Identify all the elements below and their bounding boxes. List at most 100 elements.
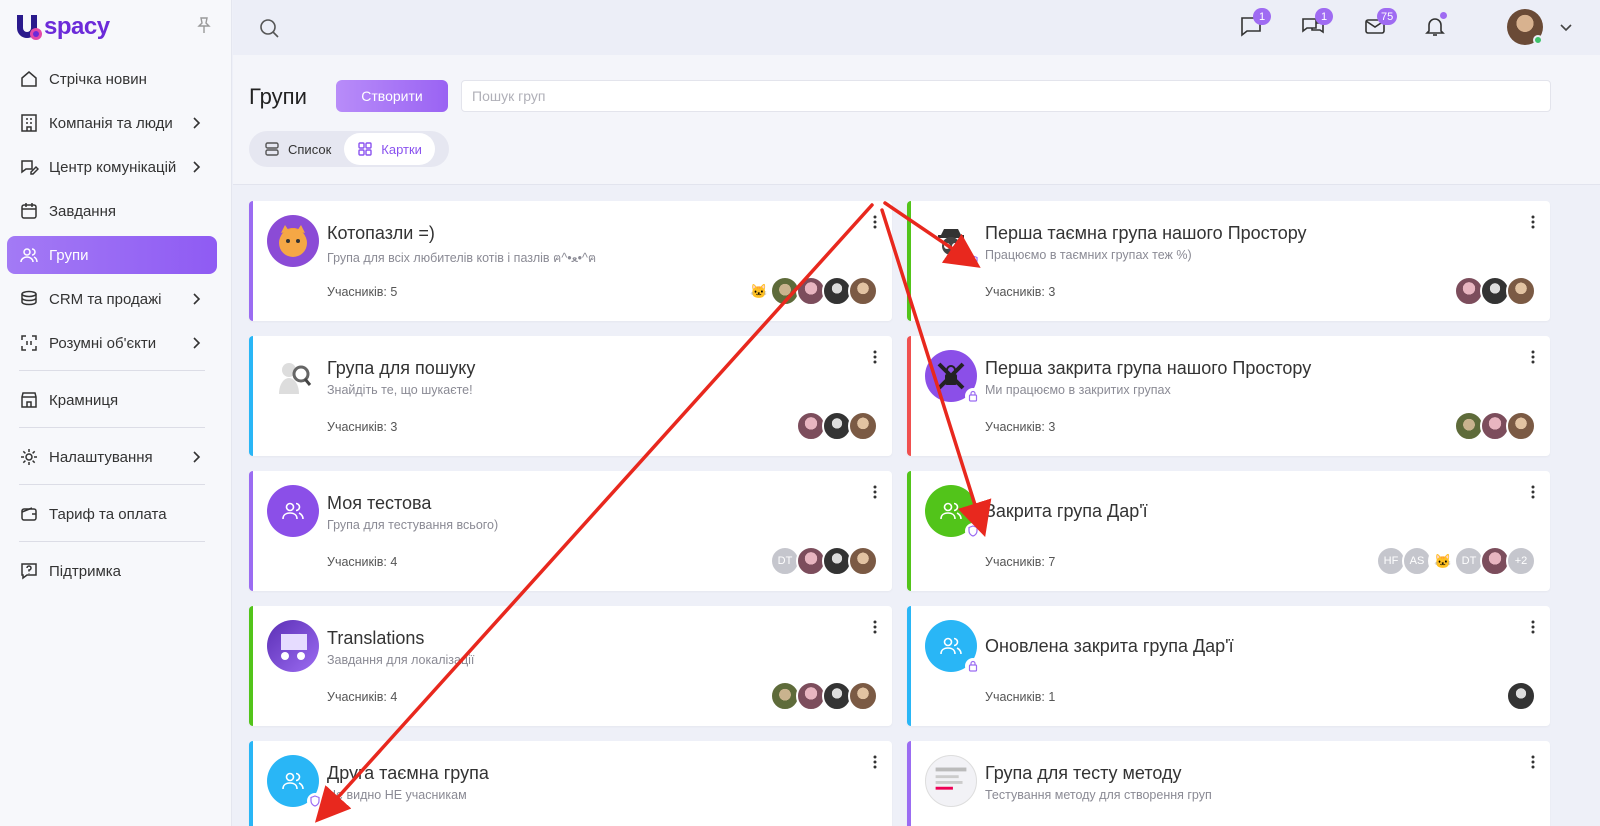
group-description: Ми працюємо в закритих групах bbox=[985, 383, 1171, 397]
sidebar-item-news[interactable]: Стрічка новин bbox=[7, 60, 217, 98]
group-member-count: Учасників: 4 bbox=[327, 555, 398, 569]
more-vertical-icon[interactable] bbox=[1530, 620, 1536, 634]
group-avatar bbox=[267, 485, 319, 537]
more-vertical-icon[interactable] bbox=[872, 485, 878, 499]
group-member-count: Учасників: 3 bbox=[985, 420, 1056, 434]
group-card[interactable]: Translations Завдання для локалізації Уч… bbox=[249, 606, 892, 726]
home-icon bbox=[19, 69, 39, 89]
group-name[interactable]: Перша закрита група нашого Простору bbox=[985, 358, 1311, 379]
messages-badge: 1 bbox=[1315, 8, 1333, 25]
page-header: Групи Створити Список Картки bbox=[233, 55, 1600, 185]
more-vertical-icon[interactable] bbox=[1530, 755, 1536, 769]
sidebar-item-label: Стрічка новин bbox=[49, 70, 147, 88]
sidebar-item-label: Центр комунікацій bbox=[49, 158, 177, 176]
chat-icon[interactable]: 1 bbox=[1239, 8, 1271, 38]
more-vertical-icon[interactable] bbox=[872, 620, 878, 634]
scan-icon bbox=[19, 333, 39, 353]
group-card[interactable]: Група для пошуку Знайдіть те, що шукаєте… bbox=[249, 336, 892, 456]
member-avatars bbox=[1506, 681, 1536, 711]
sidebar-item-company[interactable]: Компанія та люди bbox=[7, 104, 217, 142]
group-card[interactable]: Котопазли =) Група для всіх любителів ко… bbox=[249, 201, 892, 321]
view-toggle: Список Картки bbox=[249, 131, 449, 167]
member-avatar[interactable] bbox=[848, 411, 878, 441]
sidebar-item-store[interactable]: Крамниця bbox=[7, 381, 217, 419]
member-avatar[interactable] bbox=[1506, 276, 1536, 306]
group-name[interactable]: Перша таємна група нашого Простору bbox=[985, 223, 1307, 244]
member-avatar[interactable] bbox=[1506, 411, 1536, 441]
group-card[interactable]: Друга таємна група Не видно НЕ учасникам bbox=[249, 741, 892, 826]
group-card[interactable]: Моя тестова Група для тестування всього)… bbox=[249, 471, 892, 591]
group-card[interactable]: Закрита група Дар'ї Учасників: 7 +2 DT 🐱… bbox=[907, 471, 1550, 591]
sidebar-item-label: CRM та продажі bbox=[49, 290, 162, 308]
group-description: Завдання для локалізації bbox=[327, 653, 475, 667]
sidebar-item-label: Підтримка bbox=[49, 562, 122, 580]
secret-shield-icon bbox=[965, 253, 981, 269]
pin-icon[interactable] bbox=[196, 16, 212, 34]
wallet-icon bbox=[19, 504, 39, 524]
chevron-down-icon[interactable] bbox=[1559, 20, 1573, 34]
sidebar-divider bbox=[19, 427, 205, 428]
member-overflow-count[interactable]: +2 bbox=[1506, 546, 1536, 576]
sidebar-item-label: Розумні об'єкти bbox=[49, 334, 157, 352]
group-card[interactable]: Оновлена закрита група Дар'ї Учасників: … bbox=[907, 606, 1550, 726]
group-name[interactable]: Оновлена закрита група Дар'ї bbox=[985, 636, 1234, 657]
brand-name: spacy bbox=[44, 13, 110, 40]
more-vertical-icon[interactable] bbox=[1530, 485, 1536, 499]
sidebar-item-support[interactable]: Підтримка bbox=[7, 552, 217, 590]
group-name[interactable]: Друга таємна група bbox=[327, 763, 489, 784]
create-group-button[interactable]: Створити bbox=[336, 80, 448, 112]
sidebar-item-crm[interactable]: CRM та продажі bbox=[7, 280, 217, 318]
coins-icon bbox=[19, 289, 39, 309]
view-cards-button[interactable]: Картки bbox=[344, 133, 435, 165]
sidebar-item-label: Групи bbox=[49, 246, 89, 264]
sidebar-item-label: Налаштування bbox=[49, 448, 153, 466]
secret-shield-icon bbox=[965, 523, 981, 539]
more-vertical-icon[interactable] bbox=[872, 350, 878, 364]
group-name[interactable]: Закрита група Дар'ї bbox=[985, 501, 1148, 522]
lock-icon bbox=[965, 388, 981, 404]
member-avatars: DT bbox=[770, 546, 878, 576]
member-avatars bbox=[1454, 276, 1536, 306]
sidebar-divider bbox=[19, 370, 205, 371]
sidebar-item-communications[interactable]: Центр комунікацій bbox=[7, 148, 217, 186]
more-vertical-icon[interactable] bbox=[872, 755, 878, 769]
group-name[interactable]: Котопазли =) bbox=[327, 223, 435, 244]
view-list-button[interactable]: Список bbox=[251, 133, 344, 165]
messages-icon[interactable]: 1 bbox=[1301, 8, 1333, 38]
group-card[interactable]: Група для тесту методу Тестування методу… bbox=[907, 741, 1550, 826]
sidebar-item-settings[interactable]: Налаштування bbox=[7, 438, 217, 476]
sidebar-item-billing[interactable]: Тариф та оплата bbox=[7, 495, 217, 533]
chat-badge: 1 bbox=[1253, 8, 1271, 25]
group-name[interactable]: Моя тестова bbox=[327, 493, 431, 514]
mail-icon[interactable]: 75 bbox=[1363, 8, 1398, 38]
sidebar-divider bbox=[19, 541, 205, 542]
group-card[interactable]: Перша таємна група нашого Простору Працю… bbox=[907, 201, 1550, 321]
member-avatar[interactable] bbox=[848, 276, 878, 306]
sidebar: spacy Стрічка новин Компанія та люди Цен… bbox=[0, 0, 232, 826]
users-icon bbox=[19, 245, 39, 265]
more-vertical-icon[interactable] bbox=[1530, 350, 1536, 364]
member-avatar[interactable] bbox=[848, 546, 878, 576]
sidebar-divider bbox=[19, 484, 205, 485]
sidebar-item-tasks[interactable]: Завдання bbox=[7, 192, 217, 230]
group-name[interactable]: Translations bbox=[327, 628, 424, 649]
group-member-count: Учасників: 4 bbox=[327, 690, 398, 704]
member-avatar[interactable] bbox=[848, 681, 878, 711]
group-avatar bbox=[267, 620, 319, 672]
group-description: Працюємо в таємних групах теж %) bbox=[985, 248, 1192, 262]
group-card[interactable]: Перша закрита група нашого Простору Ми п… bbox=[907, 336, 1550, 456]
topbar: 1 1 75 bbox=[233, 0, 1600, 55]
member-avatar[interactable] bbox=[1506, 681, 1536, 711]
group-member-count: Учасників: 5 bbox=[327, 285, 398, 299]
more-vertical-icon[interactable] bbox=[1530, 215, 1536, 229]
search-icon[interactable] bbox=[258, 17, 280, 39]
app-logo[interactable]: spacy bbox=[14, 10, 110, 44]
group-name[interactable]: Група для тесту методу bbox=[985, 763, 1182, 784]
sidebar-item-groups[interactable]: Групи bbox=[7, 236, 217, 274]
group-search-input[interactable] bbox=[461, 80, 1551, 112]
bell-icon[interactable] bbox=[1423, 12, 1447, 38]
group-name[interactable]: Група для пошуку bbox=[327, 358, 475, 379]
more-vertical-icon[interactable] bbox=[872, 215, 878, 229]
building-icon bbox=[19, 113, 39, 133]
sidebar-item-smart-objects[interactable]: Розумні об'єкти bbox=[7, 324, 217, 362]
